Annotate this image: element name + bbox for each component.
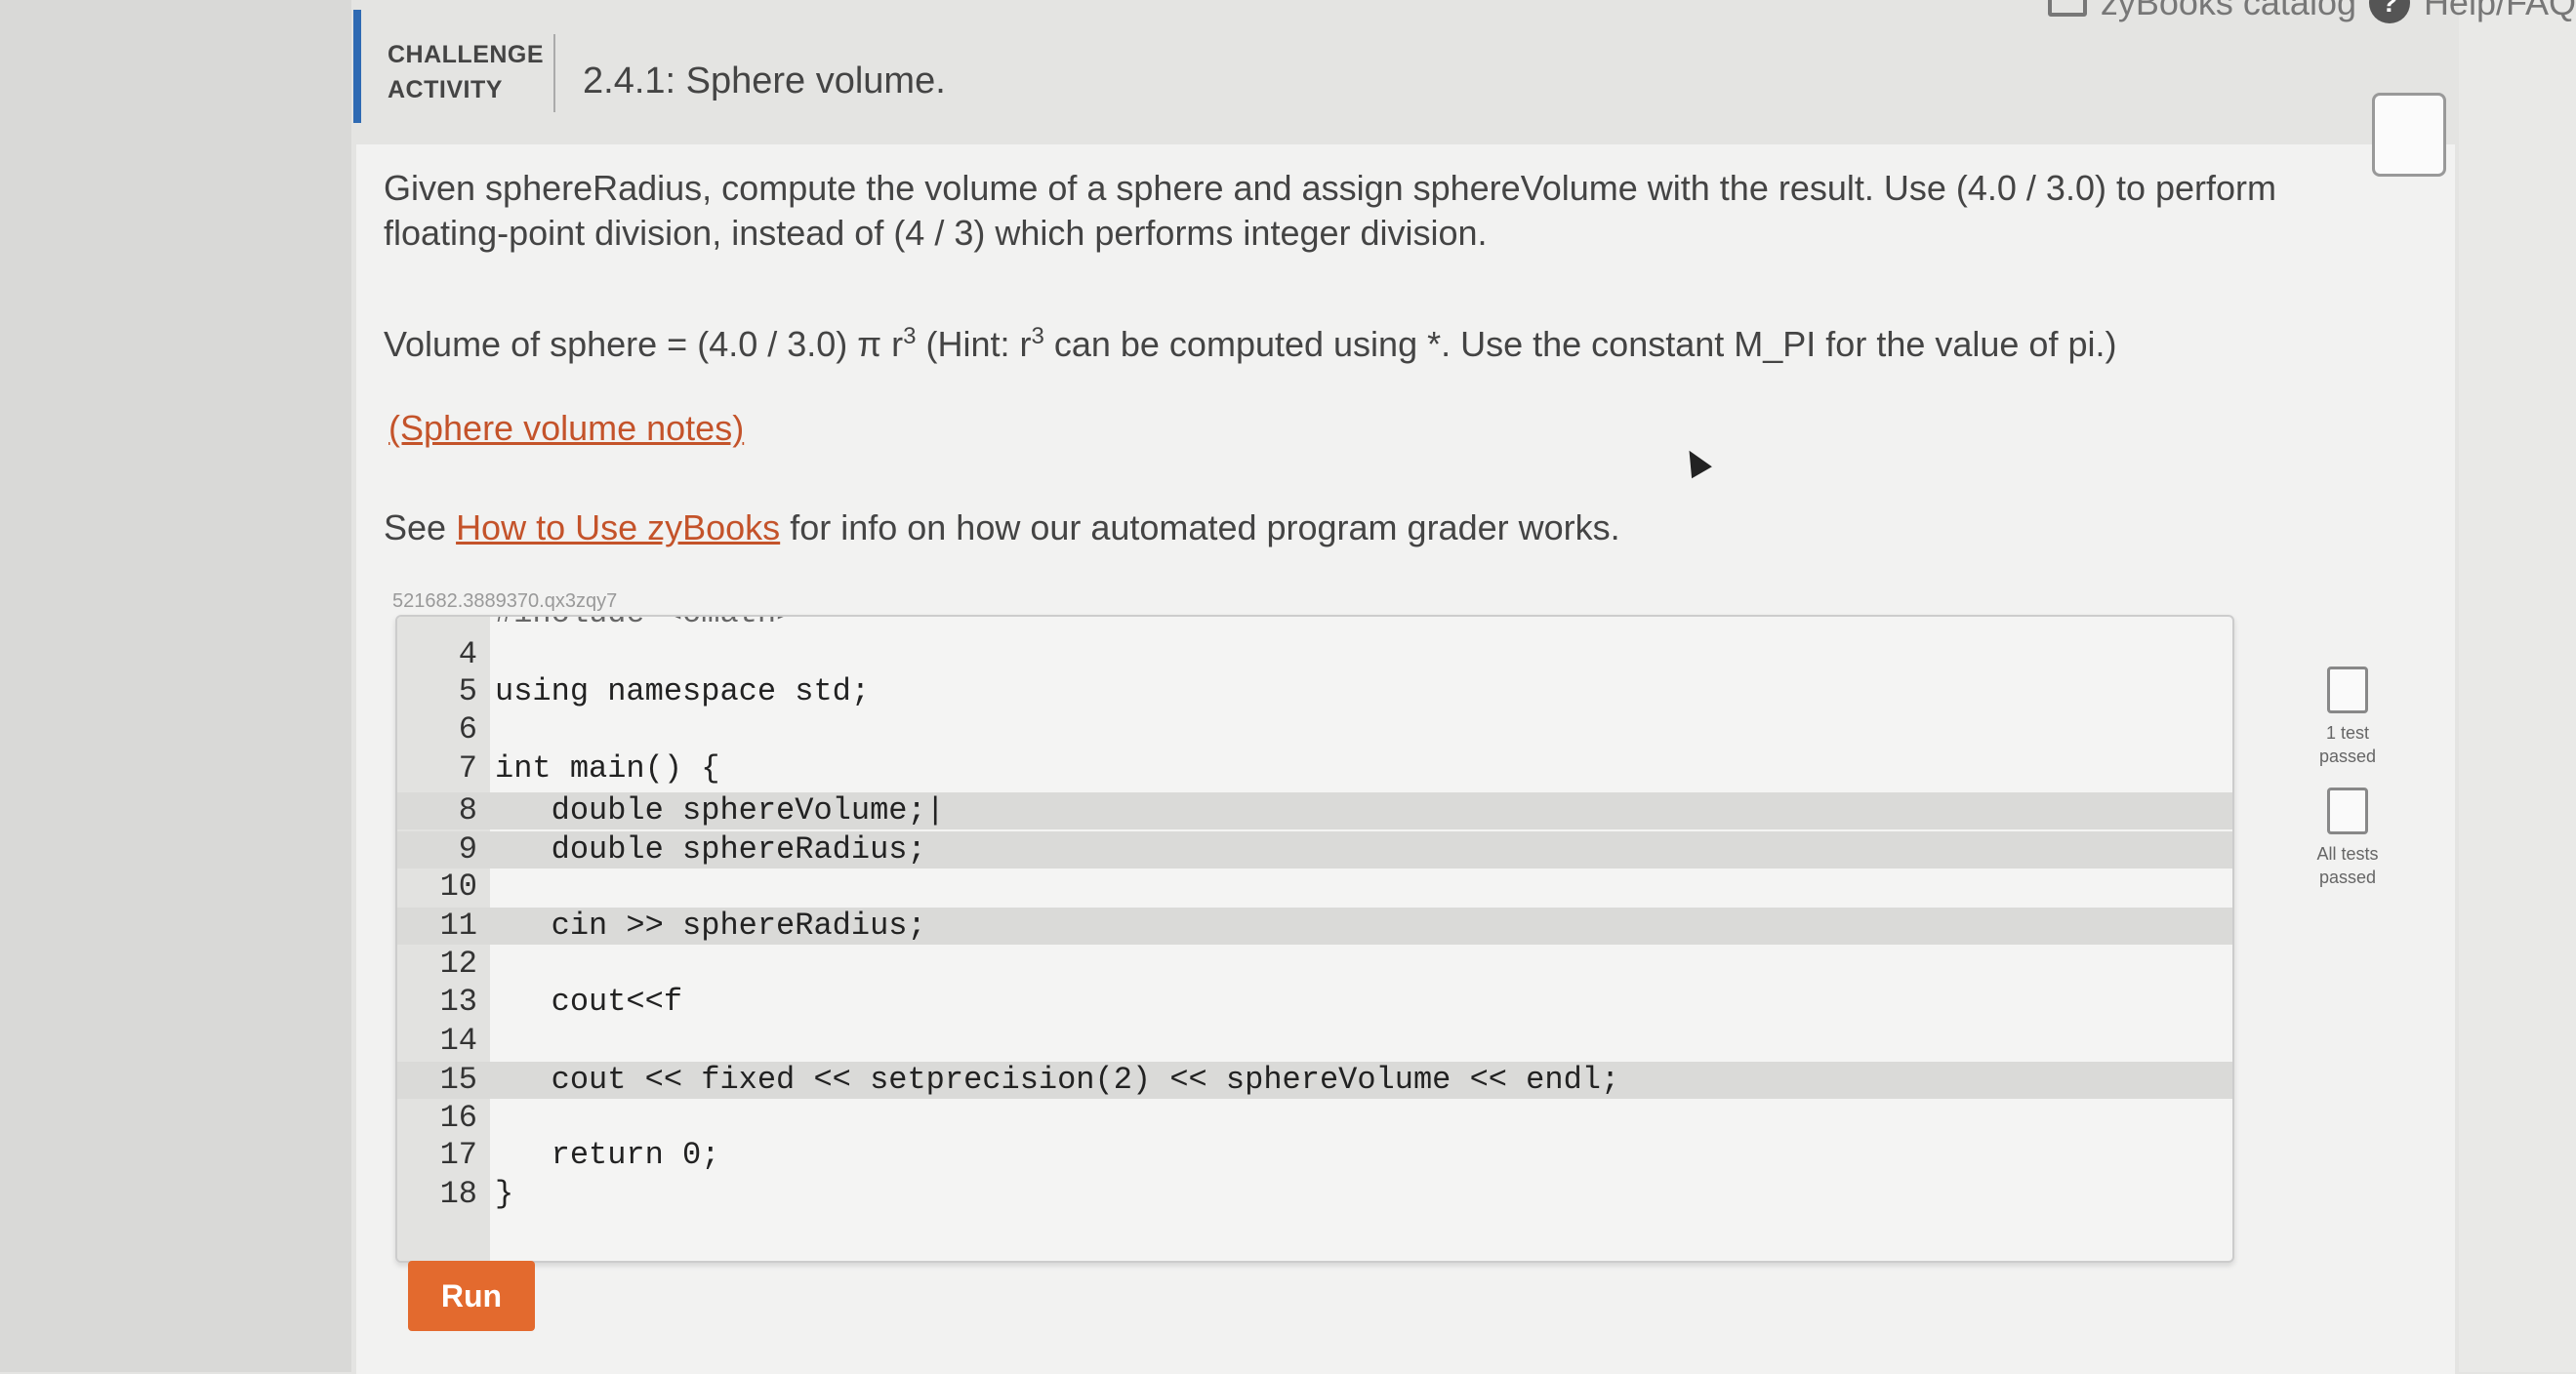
activity-header: CHALLENGE ACTIVITY 2.4.1: Sphere volume. <box>353 10 2452 127</box>
code-line[interactable]: 6 <box>397 711 2232 748</box>
code-line[interactable]: 10 <box>397 869 2232 906</box>
activity-title: 2.4.1: Sphere volume. <box>583 61 946 101</box>
header-accent-bar <box>353 10 361 123</box>
code-text[interactable]: double sphereVolume;| <box>495 792 945 828</box>
left-margin <box>0 0 351 1372</box>
activity-type-label: CHALLENGE ACTIVITY <box>388 41 545 103</box>
code-line[interactable]: 14 <box>397 1023 2232 1060</box>
instructions-text: Given sphereRadius, compute the volume o… <box>384 168 2277 253</box>
code-line[interactable]: 15 cout << fixed << setprecision(2) << s… <box>397 1062 2232 1099</box>
one-test-checkbox <box>2327 667 2368 713</box>
line-number: 17 <box>439 1137 477 1173</box>
code-id: 521682.3889370.qx3zqy7 <box>392 590 618 612</box>
line-number: 18 <box>439 1176 477 1212</box>
code-text[interactable]: cout << fixed << setprecision(2) << sphe… <box>495 1062 1620 1098</box>
line-number: 16 <box>439 1100 477 1136</box>
completion-checkbox <box>2372 93 2446 177</box>
line-number: 4 <box>458 636 477 672</box>
one-test-label: 1 test passed <box>2318 723 2377 766</box>
code-line[interactable]: 17 return 0; <box>397 1137 2232 1174</box>
run-button[interactable]: Run <box>408 1261 535 1331</box>
all-tests-label: All tests passed <box>2316 844 2379 887</box>
line-number: 5 <box>458 673 477 709</box>
grader-info-text: See How to Use zyBooks for info on how o… <box>384 507 1620 547</box>
line-number: 14 <box>439 1023 477 1059</box>
code-text[interactable]: using namespace std; <box>495 673 870 709</box>
right-margin <box>2459 0 2576 1372</box>
line-number: 13 <box>439 984 477 1020</box>
code-line[interactable]: 4 <box>397 636 2232 673</box>
code-line[interactable]: 11 cin >> sphereRadius; <box>397 908 2232 945</box>
line-number: 7 <box>458 750 477 787</box>
code-line[interactable]: 13 cout<<f <box>397 984 2232 1021</box>
all-tests-checkbox <box>2327 788 2368 834</box>
code-line[interactable]: 8 double sphereVolume;| <box>397 792 2232 829</box>
line-number: 11 <box>439 908 477 944</box>
code-line[interactable]: 7 int main() { <box>397 750 2232 788</box>
sphere-volume-notes-link[interactable]: (Sphere volume notes) <box>388 408 744 449</box>
line-number: 10 <box>439 869 477 905</box>
formula-text: Volume of sphere = (4.0 / 3.0) π r3 (Hin… <box>384 323 2117 364</box>
code-line[interactable]: 12 <box>397 946 2232 983</box>
test-status-panel: 1 test passed All tests passed <box>2304 667 2392 909</box>
code-line[interactable]: 18} <box>397 1176 2232 1213</box>
code-line[interactable]: 16 <box>397 1100 2232 1137</box>
code-editor[interactable]: #include <cmath> 45 using namespace std; 6… <box>395 615 2234 1263</box>
line-number: 6 <box>458 711 477 748</box>
line-number: 9 <box>458 831 477 868</box>
code-text[interactable]: cin >> sphereRadius; <box>495 908 926 944</box>
header-separator <box>553 34 555 112</box>
how-to-use-zybooks-link[interactable]: How to Use zyBooks <box>456 507 780 547</box>
code-text[interactable]: double sphereRadius; <box>495 831 926 868</box>
line-number: 8 <box>458 792 477 828</box>
line-number: 15 <box>439 1062 477 1098</box>
line-number: 12 <box>439 946 477 982</box>
code-text[interactable]: cout<<f <box>495 984 682 1020</box>
code-text[interactable]: return 0; <box>495 1137 720 1173</box>
code-text[interactable]: } <box>495 1176 513 1212</box>
code-line[interactable]: 9 double sphereRadius; <box>397 831 2232 869</box>
code-line[interactable]: 5 using namespace std; <box>397 673 2232 710</box>
partial-code-line: #include <cmath> <box>495 617 795 631</box>
code-text[interactable]: int main() { <box>495 750 719 787</box>
